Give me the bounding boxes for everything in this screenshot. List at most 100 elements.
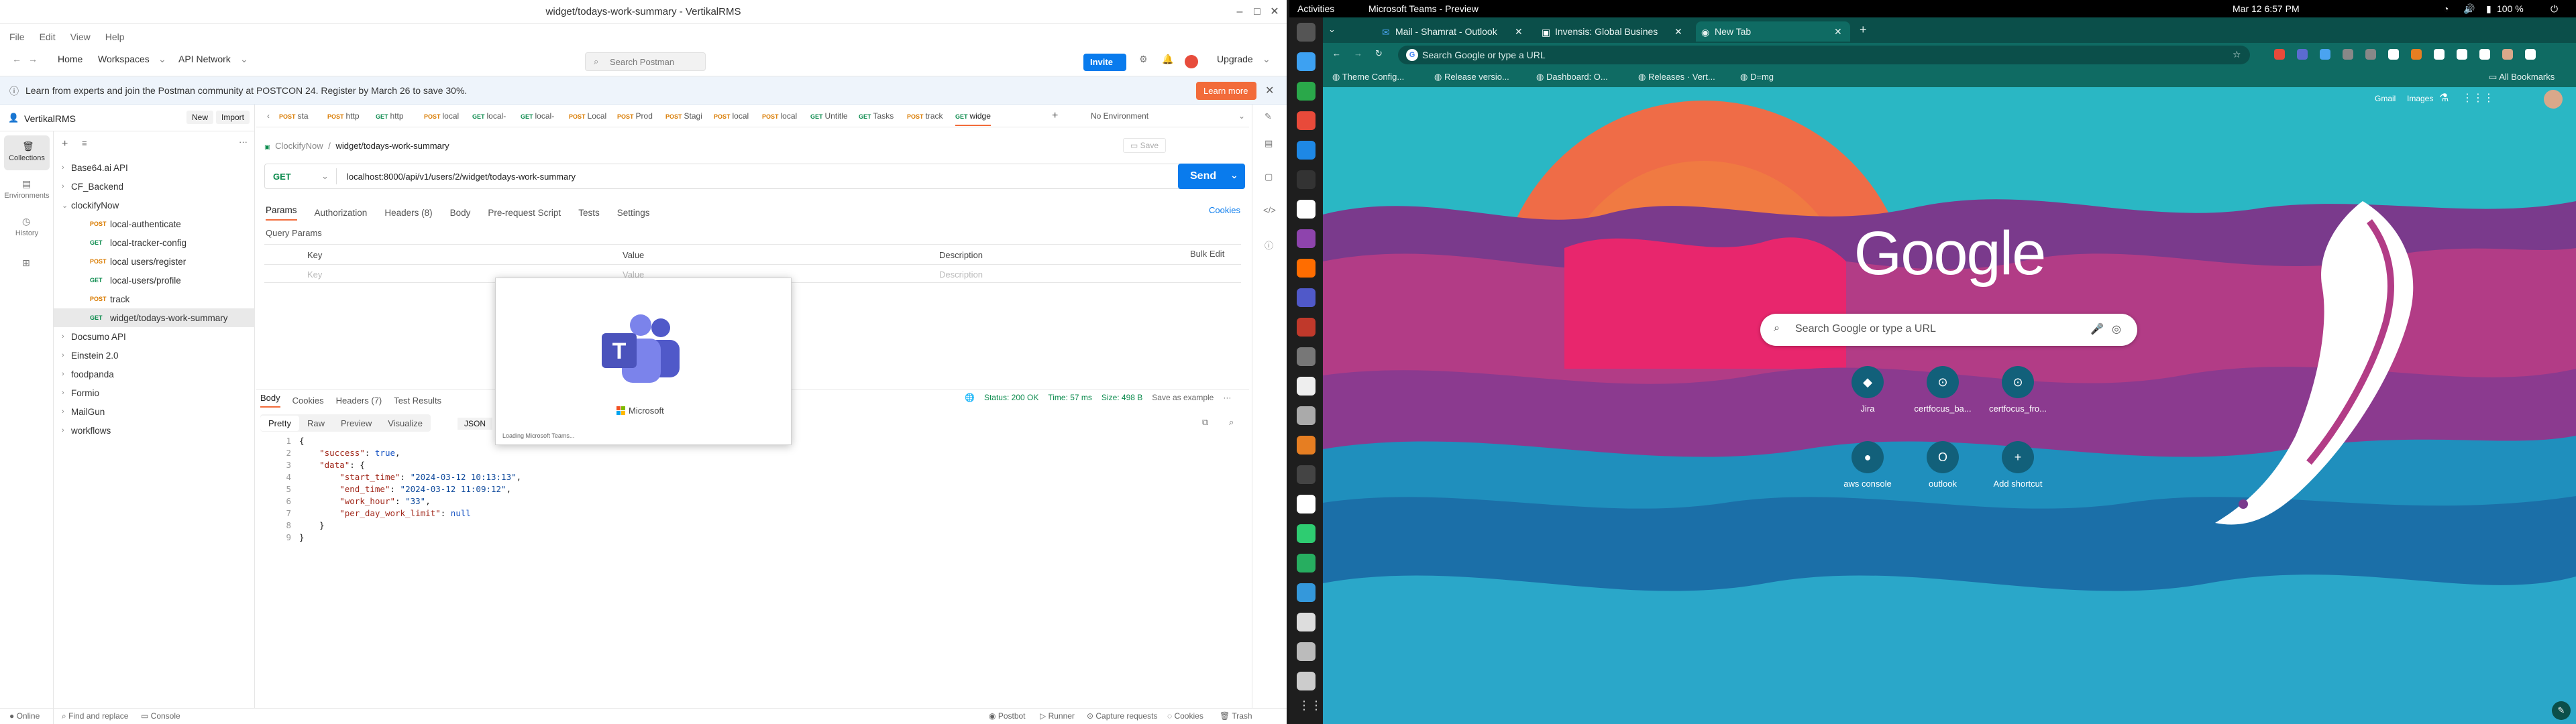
tree-item[interactable]: POST track [54, 290, 255, 308]
breadcrumb-parent[interactable]: ClockifyNow [275, 141, 323, 151]
gmail-link[interactable]: Gmail [2375, 94, 2396, 103]
tab-tests[interactable]: Tests [578, 208, 600, 218]
request-tab[interactable]: POST local [424, 111, 459, 121]
environment-selector[interactable]: No Environment [1091, 111, 1148, 121]
star-icon[interactable]: ☆ [2233, 49, 2241, 60]
description-input[interactable]: Description [939, 269, 983, 280]
clock[interactable]: Mar 12 6:57 PM [2233, 3, 2300, 14]
dock-app-icon[interactable] [1297, 23, 1316, 42]
tab-body[interactable]: Body [450, 208, 471, 218]
extension-icon[interactable] [2365, 49, 2376, 60]
rail-history[interactable]: ◷ History [4, 210, 50, 245]
online-status[interactable]: ● Online [9, 711, 40, 721]
tab-search-icon[interactable]: ⌄ [1328, 24, 1336, 35]
dock-app-icon[interactable] [1297, 583, 1316, 602]
extension-icon[interactable] [2343, 49, 2353, 60]
resp-tab-test-results[interactable]: Test Results [394, 396, 441, 406]
battery-icon[interactable]: ▮ [2486, 3, 2491, 15]
time-text[interactable]: Time: 57 ms [1048, 393, 1092, 402]
request-tab[interactable]: POST local [714, 111, 749, 121]
more-icon[interactable]: ··· [239, 137, 248, 147]
tab-authorization[interactable]: Authorization [315, 208, 368, 218]
resp-tab-body[interactable]: Body [260, 393, 280, 408]
request-tab[interactable]: POST Stagi [665, 111, 702, 121]
postbot-button[interactable]: ◉ Postbot [989, 711, 1026, 721]
request-tab[interactable]: GET widge [955, 111, 991, 126]
doc-icon[interactable]: ▤ [1265, 138, 1273, 149]
menu-view[interactable]: View [70, 32, 91, 42]
tree-item[interactable]: GET local-tracker-config [54, 233, 255, 252]
upgrade-button[interactable]: Upgrade [1217, 54, 1253, 64]
dock-app-icon[interactable] [1297, 642, 1316, 661]
dock-app-icon[interactable] [1297, 347, 1316, 366]
request-tab[interactable]: GET local- [521, 111, 554, 121]
bookmark-item[interactable]: ◍ Theme Config... [1332, 72, 1404, 82]
dock-app-icon[interactable] [1297, 141, 1316, 160]
method-selector[interactable]: GET [273, 172, 291, 182]
extension-icon[interactable] [2502, 49, 2513, 60]
tree-item[interactable]: › Docsumo API [54, 327, 255, 346]
extension-icon[interactable] [2434, 49, 2445, 60]
all-bookmarks[interactable]: ▭ All Bookmarks [2489, 72, 2555, 82]
key-input[interactable]: Key [307, 269, 322, 280]
maximize-icon[interactable]: □ [1250, 5, 1264, 19]
tab-new-tab[interactable]: ◉ New Tab ✕ [1696, 21, 1850, 42]
request-tab[interactable]: POST http [327, 111, 360, 121]
back-arrow-icon[interactable]: ← [12, 54, 21, 64]
request-tab[interactable]: GET Untitle [810, 111, 848, 121]
tree-item[interactable]: › Einstein 2.0 [54, 346, 255, 365]
save-button[interactable]: ▭ Save [1123, 138, 1167, 153]
request-tab[interactable]: GET Tasks [859, 111, 894, 121]
rail-collections[interactable]: 🗑 Collections [4, 135, 50, 170]
view-raw[interactable]: Raw [299, 416, 333, 431]
dock-app-icon[interactable] [1297, 318, 1316, 337]
microphone-icon[interactable]: 🎤 [2090, 322, 2104, 336]
menu-file[interactable]: File [9, 32, 25, 42]
close-tab-icon[interactable]: ✕ [1515, 26, 1523, 38]
dock-app-icon[interactable] [1297, 52, 1316, 71]
search-icon[interactable]: ⌕ [1229, 417, 1234, 428]
url-input[interactable]: localhost:8000/api/v1/users/2/widget/tod… [347, 172, 576, 182]
rail-environments[interactable]: ▤ Environments [4, 173, 50, 208]
tree-item[interactable]: POST local-authenticate [54, 215, 255, 233]
bookmark-item[interactable]: ◍ D=mg [1740, 72, 1774, 82]
capture-button[interactable]: ⊙ Capture requests [1087, 711, 1157, 721]
console-button[interactable]: ▭ Console [141, 711, 180, 721]
close-icon[interactable]: ✕ [1268, 5, 1281, 19]
power-icon[interactable]: ⏻ [2551, 3, 2558, 15]
wifi-icon[interactable]: ◔ [2443, 3, 2449, 14]
activities-button[interactable]: Activities [1297, 3, 1334, 14]
dock-app-icon[interactable] [1297, 229, 1316, 248]
save-example-button[interactable]: Save as example [1152, 393, 1214, 402]
code-icon[interactable]: </> [1263, 205, 1276, 215]
extension-icon[interactable] [2297, 49, 2308, 60]
dock-app-icon[interactable] [1297, 288, 1316, 307]
avatar[interactable] [2544, 90, 2563, 109]
extension-icon[interactable] [2274, 49, 2285, 60]
shortcut-tile[interactable]: ◆ Jira [1827, 366, 1908, 414]
tab-settings[interactable]: Settings [617, 208, 650, 218]
dock-app-icon[interactable] [1297, 82, 1316, 101]
tree-item[interactable]: › MailGun [54, 402, 255, 421]
new-tab-plus-icon[interactable]: + [1860, 23, 1867, 37]
new-button[interactable]: New [186, 111, 214, 124]
shortcut-tile[interactable]: ⊙ certfocus_ba... [1902, 366, 1983, 414]
dock-app-icon[interactable] [1297, 436, 1316, 455]
request-tab[interactable]: POST Local [569, 111, 606, 121]
tree-item[interactable]: › Base64.ai API [54, 158, 255, 177]
tab-pre-request-script[interactable]: Pre-request Script [488, 208, 561, 218]
bookmark-item[interactable]: ◍ Dashboard: O... [1536, 72, 1608, 82]
shortcut-tile[interactable]: Ooutlook [1902, 441, 1983, 489]
search-input[interactable]: ⌕ Search Postman [585, 52, 706, 71]
extension-icon[interactable] [2388, 49, 2399, 60]
bulk-edit-button[interactable]: Bulk Edit [1190, 249, 1224, 259]
extension-icon[interactable] [2457, 49, 2467, 60]
close-tab-icon[interactable]: ✕ [1674, 26, 1682, 38]
bookmark-item[interactable]: ◍ Release versio... [1434, 72, 1509, 82]
close-banner-icon[interactable]: ✕ [1265, 84, 1274, 97]
dock-app-icon[interactable] [1297, 465, 1316, 484]
view-preview[interactable]: Preview [333, 416, 380, 431]
avatar[interactable] [1185, 55, 1198, 68]
labs-icon[interactable]: ⚗ [2439, 91, 2449, 105]
trash-button[interactable]: 🗑 Trash [1220, 711, 1252, 721]
